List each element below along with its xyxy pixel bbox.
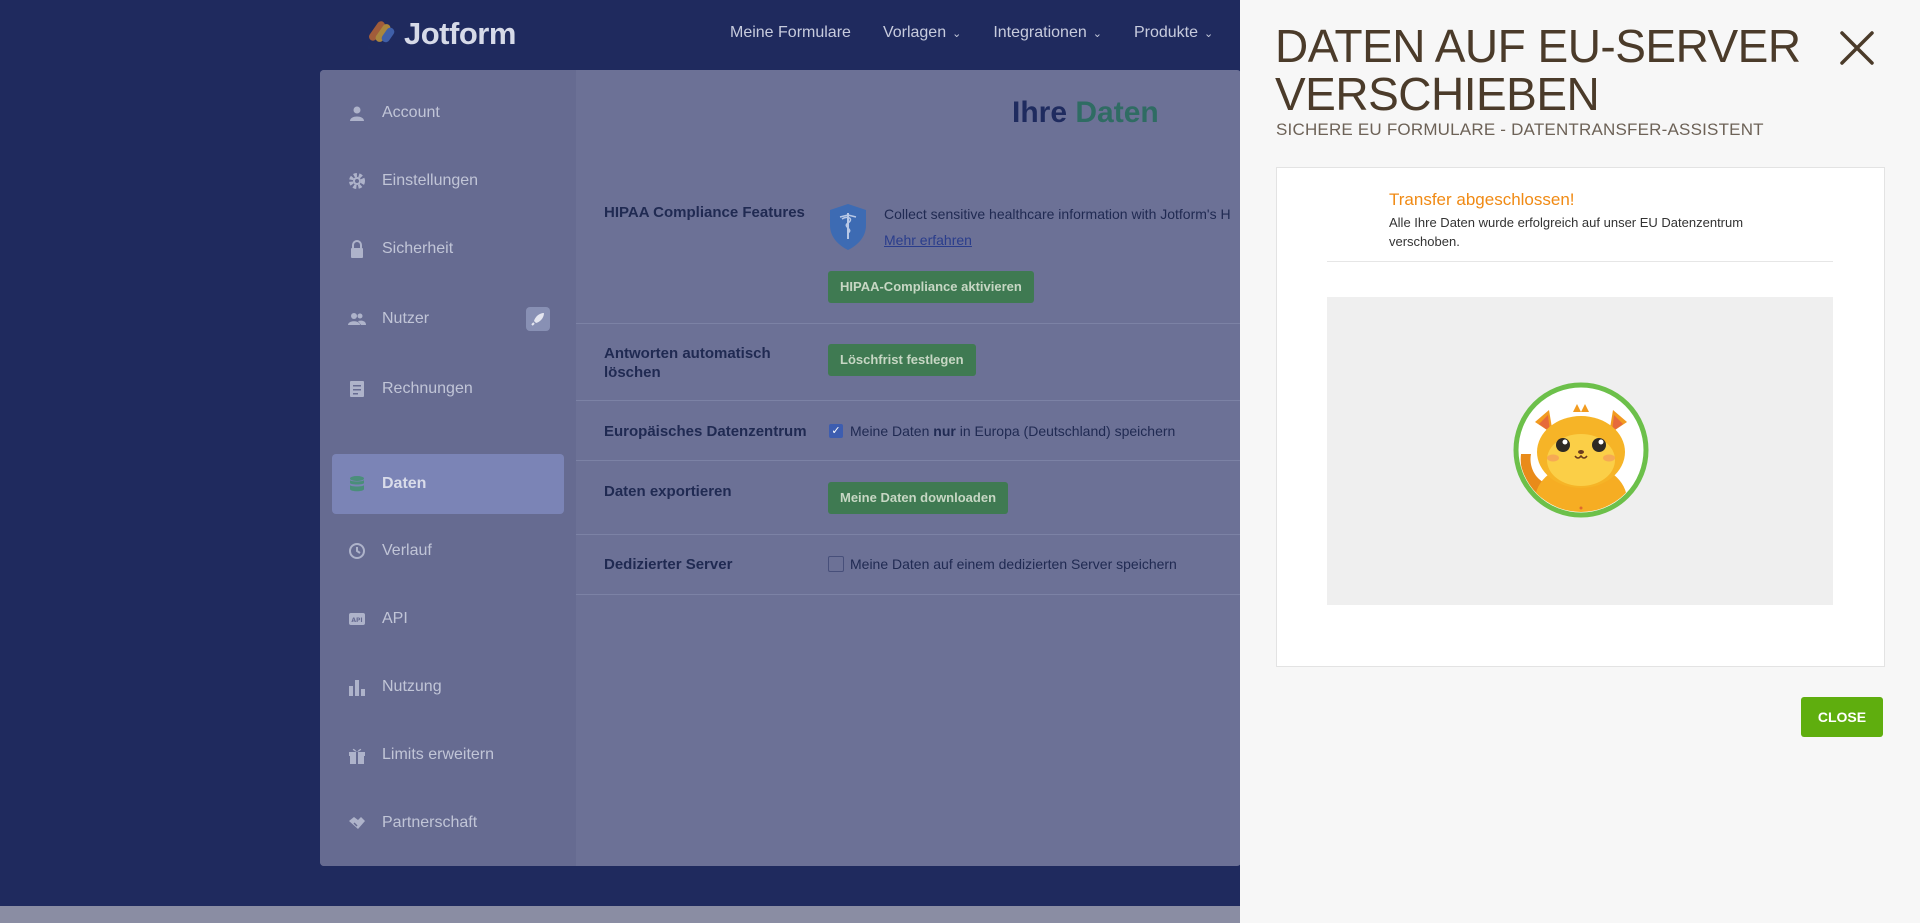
- sidebar-item-account[interactable]: Account: [332, 83, 564, 143]
- sidebar-item-nutzung[interactable]: Nutzung: [332, 657, 564, 717]
- nav-label: Integrationen: [993, 24, 1087, 41]
- svg-text:API: API: [351, 617, 362, 624]
- main-nav: Meine Formulare Vorlagen ⌄ Integrationen ⌄…: [730, 24, 1288, 42]
- row-divider: [576, 323, 1241, 324]
- dedicated-server-checkbox[interactable]: [828, 556, 844, 572]
- eu-datacenter-option: Meine Daten nur in Europa (Deutschland) …: [850, 423, 1175, 439]
- row-divider: [576, 400, 1241, 401]
- handshake-icon: [348, 814, 366, 832]
- row-divider: [576, 594, 1241, 595]
- user-icon: [348, 104, 366, 122]
- podo-cat-mascot-icon: [1513, 382, 1649, 518]
- eu-text-bold: nur: [933, 423, 956, 439]
- settings-sidebar: Account Einstellungen Sicherheit Nutzer …: [320, 70, 576, 866]
- sidebar-item-label: Daten: [382, 475, 427, 492]
- drawer-title: DATEN AUF EU-SERVER VERSCHIEBEN: [1275, 20, 1801, 120]
- row-divider: [576, 534, 1241, 535]
- nav-label: Meine Formulare: [730, 24, 851, 41]
- set-deletion-period-button[interactable]: Löschfrist festlegen: [828, 344, 976, 376]
- eu-datacenter-checkbox[interactable]: ✓: [829, 424, 843, 438]
- nav-produkte[interactable]: Produkte ⌄: [1134, 24, 1213, 42]
- chevron-down-icon: ⌄: [1092, 27, 1102, 40]
- dedicated-server-option: Meine Daten auf einem dedizierten Server…: [850, 556, 1177, 572]
- api-icon: API: [348, 610, 366, 628]
- sidebar-item-label: Einstellungen: [382, 172, 479, 189]
- nav-vorlagen[interactable]: Vorlagen ⌄: [883, 24, 961, 42]
- close-icon[interactable]: [1837, 28, 1877, 68]
- sidebar-item-label: Rechnungen: [382, 380, 473, 397]
- jotform-logo-icon: [366, 18, 396, 50]
- footer-band: [0, 906, 1240, 923]
- sidebar-item-nutzer[interactable]: Nutzer: [332, 289, 564, 349]
- eu-text-after: in Europa (Deutschland) speichern: [955, 423, 1176, 439]
- sidebar-item-label: Nutzer: [382, 310, 430, 327]
- gear-icon: [348, 172, 366, 190]
- lock-icon: [348, 240, 366, 258]
- page-title-part2: Daten: [1075, 96, 1159, 129]
- drawer-subtitle: SICHERE EU FORMULARE - DATENTRANSFER-ASS…: [1276, 120, 1764, 139]
- page-title-part1: Ihre: [1012, 96, 1068, 129]
- hipaa-activate-button[interactable]: HIPAA-Compliance aktivieren: [828, 271, 1034, 303]
- brand-name: Jotform: [404, 16, 516, 51]
- mascot-area: [1327, 297, 1833, 605]
- sidebar-item-label: Nutzung: [382, 678, 442, 695]
- eu-transfer-drawer: DATEN AUF EU-SERVER VERSCHIEBEN SICHERE …: [1240, 0, 1920, 923]
- hipaa-description: Collect sensitive healthcare information…: [884, 206, 1231, 222]
- sidebar-item-sicherheit[interactable]: Sicherheit: [332, 219, 564, 279]
- sidebar-item-api[interactable]: API API: [332, 589, 564, 649]
- nav-integrationen[interactable]: Integrationen ⌄: [993, 24, 1102, 42]
- dedicated-server-label: Dedizierter Server: [604, 556, 733, 573]
- sidebar-item-daten[interactable]: Daten: [332, 454, 564, 514]
- sidebar-item-label: Sicherheit: [382, 240, 454, 257]
- close-button[interactable]: CLOSE: [1801, 697, 1883, 737]
- database-icon: [348, 475, 366, 493]
- export-label: Daten exportieren: [604, 483, 732, 500]
- hipaa-shield-icon: [828, 203, 868, 251]
- page-title: Ihre Daten: [1012, 96, 1159, 130]
- row-divider: [576, 460, 1241, 461]
- sidebar-item-label: Limits erweitern: [382, 746, 495, 763]
- rocket-icon: [526, 307, 550, 331]
- sidebar-item-label: Verlauf: [382, 542, 432, 559]
- gift-icon: [348, 746, 366, 764]
- eu-datacenter-label: Europäisches Datenzentrum: [604, 423, 807, 440]
- download-data-button[interactable]: Meine Daten downloaden: [828, 482, 1009, 514]
- jotform-logo[interactable]: Jotform: [366, 16, 516, 52]
- users-icon: [348, 310, 366, 328]
- transfer-status-message: Alle Ihre Daten wurde erfolgreich auf un…: [1389, 215, 1744, 249]
- sidebar-item-partnerschaft[interactable]: Partnerschaft: [332, 793, 564, 853]
- card-divider: [1327, 261, 1833, 262]
- mehr-erfahren-link[interactable]: Mehr erfahren: [884, 232, 972, 248]
- transfer-status-title: Transfer abgeschlossen!: [1389, 190, 1575, 209]
- chevron-down-icon: ⌄: [1204, 27, 1214, 40]
- invoice-icon: [348, 380, 366, 398]
- sidebar-item-limits-erweitern[interactable]: Limits erweitern: [332, 725, 564, 785]
- nav-label: Vorlagen: [882, 24, 947, 41]
- hipaa-label: HIPAA Compliance Features: [604, 204, 805, 221]
- sidebar-item-einstellungen[interactable]: Einstellungen: [332, 151, 564, 211]
- nav-label: Produkte: [1133, 24, 1198, 41]
- nav-meine-formulare[interactable]: Meine Formulare: [730, 24, 851, 42]
- sidebar-item-label: API: [382, 610, 408, 627]
- chevron-down-icon: ⌄: [952, 27, 962, 40]
- sidebar-item-label: Partnerschaft: [382, 814, 478, 831]
- auto-delete-label: Antworten automatisch löschen: [604, 345, 771, 381]
- sidebar-item-verlauf[interactable]: Verlauf: [332, 521, 564, 581]
- transfer-result-card: Transfer abgeschlossen! Alle Ihre Daten …: [1276, 167, 1885, 667]
- sidebar-item-rechnungen[interactable]: Rechnungen: [332, 359, 564, 419]
- bar-chart-icon: [348, 678, 366, 696]
- sidebar-item-label: Account: [382, 104, 440, 121]
- history-icon: [348, 542, 366, 560]
- eu-text-before: Meine Daten: [850, 423, 934, 439]
